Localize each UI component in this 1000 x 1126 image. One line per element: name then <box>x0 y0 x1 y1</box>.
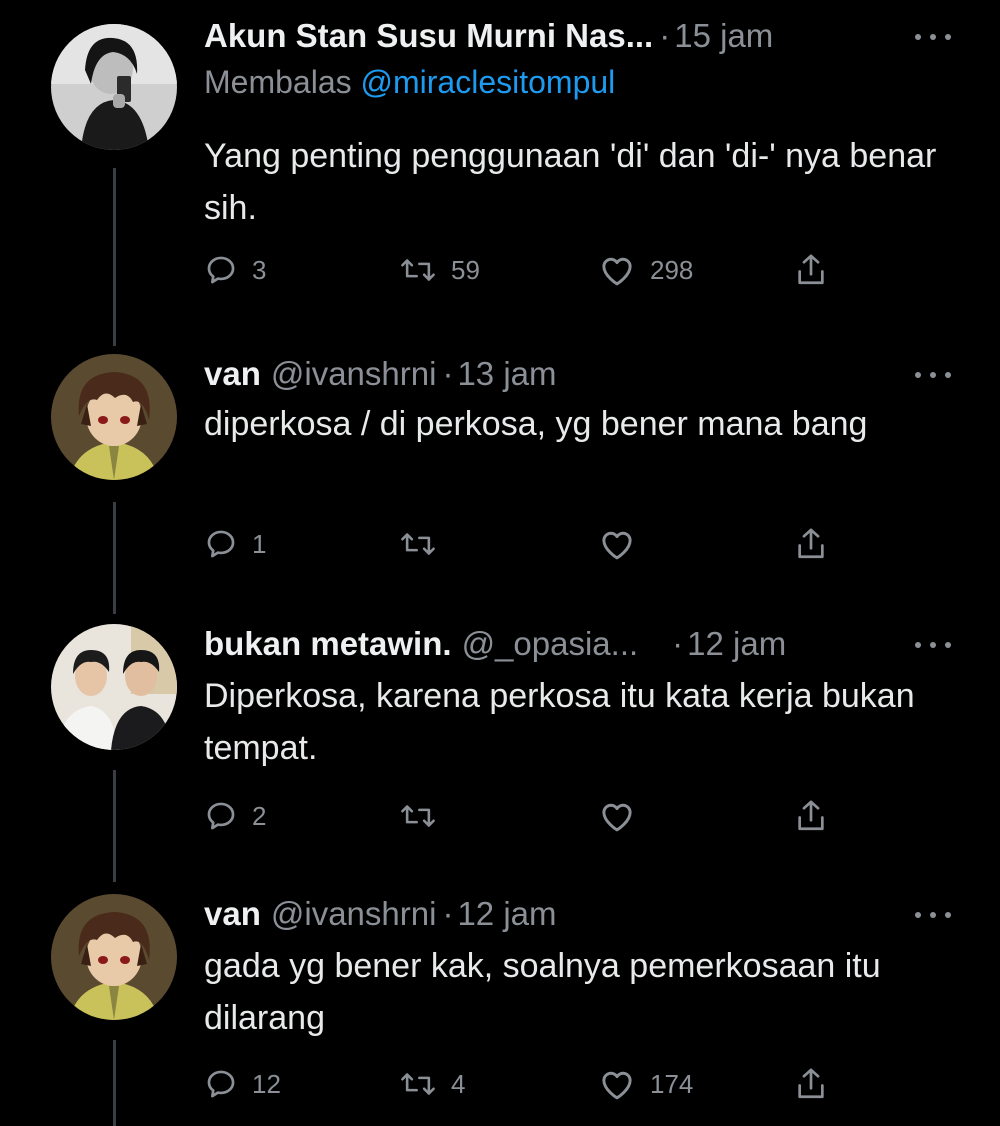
retweet-count: 4 <box>451 1068 466 1099</box>
display-name[interactable]: Akun Stan Susu Murni Nas... <box>204 17 653 55</box>
reply-icon <box>207 802 235 830</box>
anime-avatar-icon <box>51 894 177 1020</box>
tweet[interactable]: van @ivanshrni · 12 jam gada yg bener ka… <box>0 890 1000 1126</box>
mention-link[interactable]: @miraclesitompul <box>361 64 616 100</box>
reply-icon <box>207 1070 235 1098</box>
like-button[interactable] <box>598 522 636 566</box>
reply-count: 1 <box>252 528 267 559</box>
share-icon <box>798 1068 824 1099</box>
like-count: 298 <box>650 254 694 285</box>
share-button[interactable] <box>794 248 828 292</box>
reply-icon <box>207 256 235 284</box>
replying-to: Membalas @miraclesitompul <box>204 64 615 101</box>
timestamp[interactable]: 12 jam <box>457 895 556 933</box>
reply-count: 12 <box>252 1068 281 1099</box>
heart-icon <box>602 257 632 286</box>
display-name[interactable]: van <box>204 895 261 933</box>
avatar[interactable] <box>51 354 177 480</box>
display-name[interactable]: van <box>204 355 261 393</box>
reply-button[interactable]: 3 <box>204 248 266 292</box>
retweet-count: 59 <box>451 254 480 285</box>
retweet-button[interactable]: 59 <box>399 248 480 292</box>
like-button[interactable]: 298 <box>598 248 693 292</box>
reply-count: 3 <box>252 254 267 285</box>
share-icon <box>798 528 824 559</box>
like-button[interactable] <box>598 794 636 838</box>
like-button[interactable]: 174 <box>598 1062 693 1106</box>
tweet-header: van @ivanshrni · 13 jam <box>204 350 557 398</box>
handle[interactable]: @ivanshrni <box>271 895 437 933</box>
timestamp[interactable]: 12 jam <box>687 625 786 663</box>
share-button[interactable] <box>794 794 828 838</box>
tweet[interactable]: van @ivanshrni · 13 jam diperkosa / di p… <box>0 350 1000 580</box>
more-options-icon[interactable] <box>915 368 951 382</box>
more-options-icon[interactable] <box>915 638 951 652</box>
retweet-icon <box>401 1073 435 1095</box>
more-options-icon[interactable] <box>915 30 951 44</box>
separator-dot: · <box>442 895 454 932</box>
tweet-text: Diperkosa, karena perkosa itu kata kerja… <box>204 677 915 767</box>
reply-icon <box>207 530 235 558</box>
reply-count: 2 <box>252 800 267 831</box>
retweet-icon <box>401 533 435 555</box>
retweet-button[interactable] <box>399 794 437 838</box>
share-icon <box>798 800 824 831</box>
tweet[interactable]: bukan metawin. @_opasia... · 12 jam Dipe… <box>0 620 1000 850</box>
tweet-text: diperkosa / di perkosa, yg bener mana ba… <box>204 405 868 443</box>
separator-dot: · <box>659 17 671 54</box>
handle[interactable]: @ivanshrni <box>271 355 437 393</box>
avatar[interactable] <box>51 624 177 750</box>
tweet-actions: 3 59 298 <box>204 248 844 292</box>
tweet[interactable]: Akun Stan Susu Murni Nas... · 15 jam Mem… <box>0 12 1000 312</box>
selfie-avatar-icon <box>51 24 177 150</box>
handle[interactable]: @_opasia... <box>462 625 639 663</box>
avatar[interactable] <box>51 24 177 150</box>
retweet-button[interactable] <box>399 522 437 566</box>
share-button[interactable] <box>794 522 828 566</box>
tweet-actions: 12 4 174 <box>204 1062 844 1106</box>
two-people-avatar-icon <box>51 624 177 750</box>
share-button[interactable] <box>794 1062 828 1106</box>
heart-icon <box>602 531 632 560</box>
more-options-icon[interactable] <box>915 908 951 922</box>
tweet-header: van @ivanshrni · 12 jam <box>204 890 557 938</box>
tweet-actions: 2 <box>204 794 844 838</box>
tweet-header: Akun Stan Susu Murni Nas... · 15 jam <box>204 12 773 60</box>
retweet-icon <box>401 259 435 281</box>
anime-avatar-icon <box>51 354 177 480</box>
share-icon <box>798 254 824 285</box>
replying-to-label: Membalas <box>204 64 352 100</box>
tweet-text: Yang penting penggunaan 'di' dan 'di-' n… <box>204 137 937 227</box>
avatar[interactable] <box>51 894 177 1020</box>
heart-icon <box>602 1071 632 1100</box>
reply-button[interactable]: 2 <box>204 794 266 838</box>
separator-dot: · <box>672 625 684 662</box>
heart-icon <box>602 803 632 832</box>
tweet-text: gada yg bener kak, soalnya pemerkosaan i… <box>204 947 881 1037</box>
timestamp[interactable]: 15 jam <box>674 17 773 55</box>
reply-thread: Akun Stan Susu Murni Nas... · 15 jam Mem… <box>0 0 1000 1126</box>
reply-button[interactable]: 12 <box>204 1062 281 1106</box>
tweet-actions: 1 <box>204 522 844 566</box>
retweet-button[interactable]: 4 <box>399 1062 465 1106</box>
reply-button[interactable]: 1 <box>204 522 266 566</box>
separator-dot: · <box>442 355 454 392</box>
tweet-header: bukan metawin. @_opasia... · 12 jam <box>204 620 786 668</box>
display-name[interactable]: bukan metawin. <box>204 625 452 663</box>
retweet-icon <box>401 805 435 827</box>
timestamp[interactable]: 13 jam <box>457 355 556 393</box>
like-count: 174 <box>650 1068 694 1099</box>
